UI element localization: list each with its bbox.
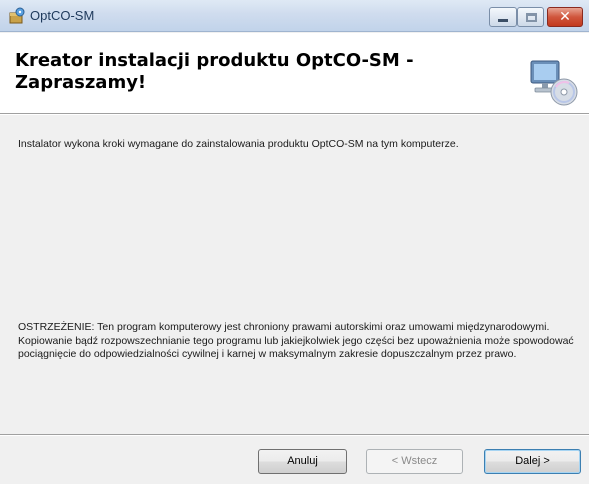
close-icon: ✕ (559, 9, 571, 25)
next-button[interactable]: Dalej > (484, 449, 581, 474)
copyright-warning-text: OSTRZEŻENIE: Ten program komputerowy jes… (18, 321, 574, 360)
footer-divider (0, 434, 589, 436)
maximize-button[interactable] (517, 7, 544, 27)
minimize-icon (498, 19, 508, 22)
title-bar[interactable]: OptCO-SM ✕ (0, 0, 589, 32)
minimize-button[interactable] (489, 7, 517, 27)
close-button[interactable]: ✕ (547, 7, 583, 27)
wizard-header: Kreator instalacji produktu OptCO-SM - Z… (0, 33, 589, 113)
back-button[interactable]: < Wstecz (366, 449, 463, 474)
header-divider (0, 113, 589, 115)
window-title: OptCO-SM (30, 8, 95, 23)
wizard-title: Kreator instalacji produktu OptCO-SM - Z… (15, 50, 414, 93)
installer-window: OptCO-SM ✕ Kreator instalacji produktu O… (0, 0, 589, 484)
maximize-icon (526, 13, 537, 22)
cancel-button[interactable]: Anuluj (258, 449, 347, 474)
installer-app-icon (9, 7, 25, 24)
intro-text: Instalator wykona kroki wymagane do zain… (18, 138, 459, 150)
computer-cd-icon (530, 60, 578, 106)
